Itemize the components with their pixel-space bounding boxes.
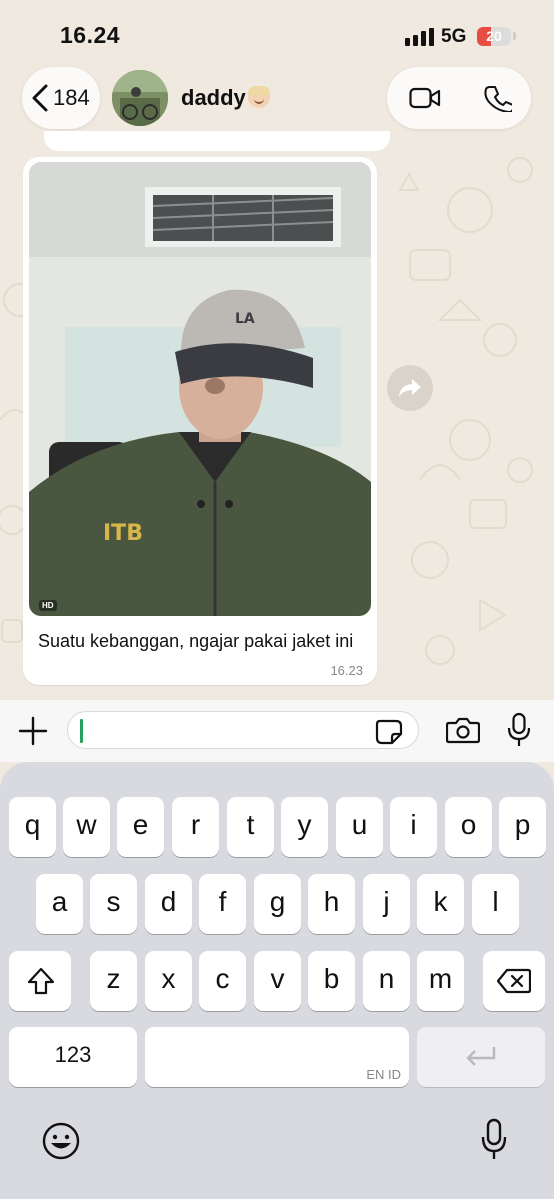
battery-icon: 20 [477,27,511,46]
forward-button[interactable] [387,365,433,411]
back-button[interactable]: 184 [22,67,100,129]
return-arrow-icon [466,1047,496,1066]
previous-message-bubble [44,131,390,151]
microphone-icon[interactable] [506,712,532,748]
avatar-photo [112,70,168,126]
plus-icon[interactable] [17,715,49,747]
key-w[interactable]: w [63,797,110,857]
chevron-left-icon [32,84,48,112]
key-t[interactable]: t [227,797,274,857]
text-cursor [80,719,83,743]
key-j[interactable]: j [363,874,410,934]
emoji-keyboard-icon[interactable] [40,1120,82,1162]
message-caption: Suatu kebanggan, ngajar pakai jaket ini [38,631,354,651]
message-timestamp: 16.23 [330,663,363,678]
contact-avatar[interactable] [112,70,168,126]
numbers-key[interactable]: 123 [9,1027,137,1087]
phone-icon[interactable] [484,84,512,112]
backspace-icon [497,968,531,994]
key-p[interactable]: p [499,797,546,857]
key-y[interactable]: y [281,797,328,857]
battery-level: 20 [486,28,502,44]
network-type: 5G [441,26,467,47]
image-message-bubble[interactable]: ITB LA HD Suatu kebanggan, ngajar pakai … [23,157,377,685]
svg-text:LA: LA [235,311,255,327]
status-bar: 16.24 5G 20 [0,0,554,62]
key-o[interactable]: o [445,797,492,857]
key-c[interactable]: c [199,951,246,1011]
key-e[interactable]: e [117,797,164,857]
call-actions [387,67,531,129]
return-key[interactable] [417,1027,545,1087]
photo-content: ITB LA [29,162,371,616]
key-z[interactable]: z [90,951,137,1011]
signal-strength-icon [405,28,434,46]
key-h[interactable]: h [308,874,355,934]
key-k[interactable]: k [417,874,464,934]
battery-cap [513,32,516,40]
forward-arrow-icon [399,379,421,397]
key-g[interactable]: g [254,874,301,934]
key-f[interactable]: f [199,874,246,934]
key-q[interactable]: q [9,797,56,857]
key-x[interactable]: x [145,951,192,1011]
key-u[interactable]: u [336,797,383,857]
key-v[interactable]: v [254,951,301,1011]
key-r[interactable]: r [172,797,219,857]
video-call-icon[interactable] [409,86,441,110]
shift-key[interactable] [9,951,71,1011]
key-a[interactable]: a [36,874,83,934]
key-i[interactable]: i [390,797,437,857]
dictation-microphone-icon[interactable] [480,1118,508,1162]
jacket-logo-text: ITB [103,521,143,546]
message-photo[interactable]: ITB LA HD [29,162,371,616]
key-d[interactable]: d [145,874,192,934]
keyboard-language: EN ID [366,1067,401,1082]
space-key[interactable]: EN ID [145,1027,409,1087]
key-m[interactable]: m [417,951,464,1011]
unread-count: 184 [53,85,90,110]
key-b[interactable]: b [308,951,355,1011]
contact-name-text: daddy [181,85,246,110]
sticker-icon[interactable] [375,719,403,745]
camera-icon[interactable] [446,716,480,744]
shift-arrow-icon [27,967,55,995]
key-s[interactable]: s [90,874,137,934]
person-emoji-icon [247,86,270,108]
contact-name[interactable]: daddy [181,85,270,111]
status-time: 16.24 [60,22,121,48]
message-input-bar [0,700,554,762]
key-n[interactable]: n [363,951,410,1011]
on-screen-keyboard: q w e r t y u i o p a s d f g h j k l z … [0,762,554,1199]
hd-badge: HD [39,600,57,611]
backspace-key[interactable] [483,951,545,1011]
message-text-field[interactable] [67,711,419,749]
key-l[interactable]: l [472,874,519,934]
